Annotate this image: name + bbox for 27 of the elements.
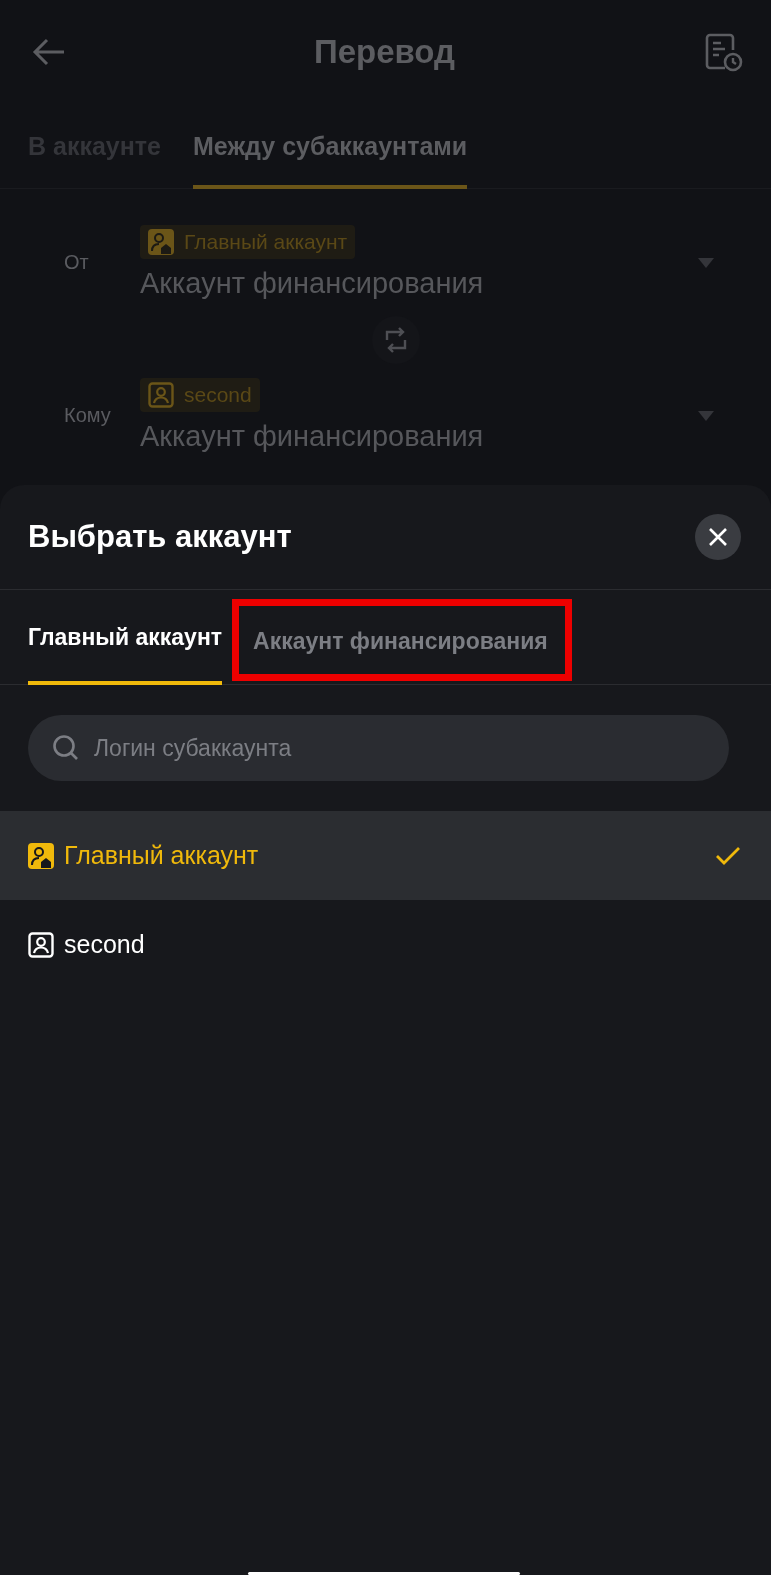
- account-house-icon: [148, 229, 174, 255]
- account-item[interactable]: Главный аккаунт: [0, 811, 771, 900]
- account-item[interactable]: second: [0, 900, 771, 989]
- wallet-selector[interactable]: Аккаунт финансирования: [140, 420, 697, 453]
- search-field[interactable]: Логин субаккаунта: [28, 715, 729, 781]
- check-icon: [715, 845, 741, 866]
- close-icon: [708, 527, 728, 547]
- account-user-icon: [148, 382, 174, 408]
- search-icon: [52, 734, 80, 762]
- dropdown-caret-icon[interactable]: [697, 256, 715, 269]
- page-title: Перевод: [313, 33, 456, 71]
- field-label: От: [64, 251, 90, 274]
- search-input[interactable]: Логин субаккаунта: [94, 734, 705, 762]
- field-label: Кому: [64, 404, 112, 427]
- back-arrow-icon[interactable]: [32, 38, 66, 66]
- account-house-icon: [28, 842, 54, 869]
- account-tag: Главный аккаунт: [140, 225, 356, 259]
- account-user-icon: [28, 931, 54, 958]
- tab[interactable]: Главный аккаунт: [28, 590, 223, 685]
- account-tag: second: [140, 378, 260, 412]
- wallet-selector[interactable]: Аккаунт финансирования: [140, 267, 697, 300]
- dropdown-caret-icon[interactable]: [697, 409, 715, 422]
- sheet-title: Выбрать аккаунт: [28, 519, 292, 555]
- close-button[interactable]: [695, 514, 741, 560]
- tab[interactable]: Между субаккаунтами: [193, 104, 468, 189]
- highlighted-tab[interactable]: Аккаунт финансирования: [232, 598, 572, 681]
- history-icon[interactable]: [703, 32, 743, 72]
